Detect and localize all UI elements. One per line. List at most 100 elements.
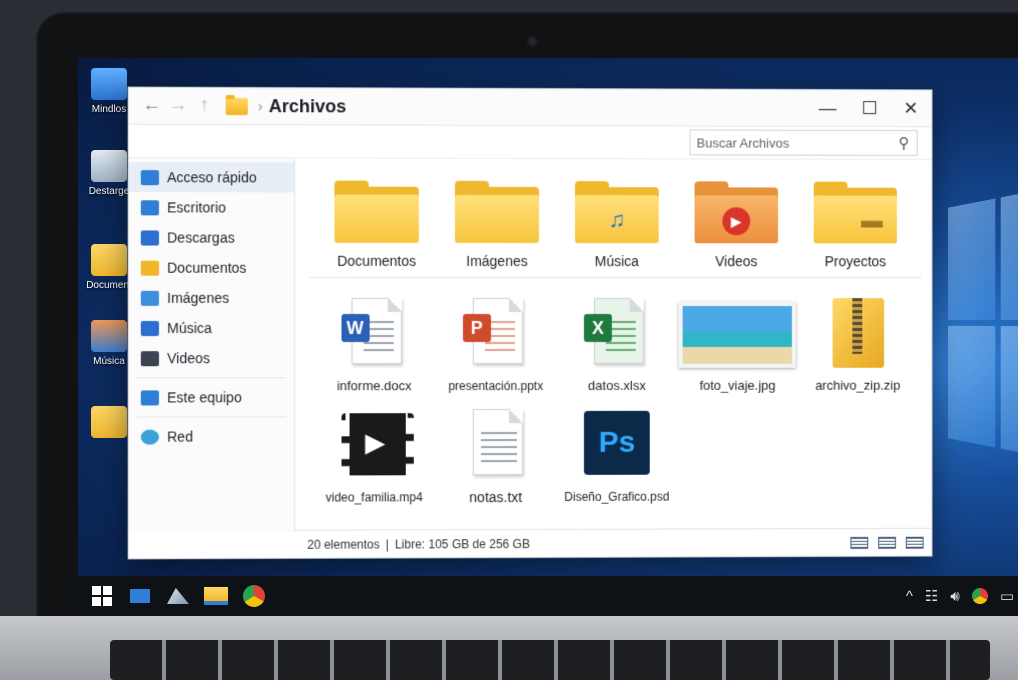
folder-label: Música <box>594 253 639 270</box>
search-input[interactable]: Buscar Archivos ⚲ <box>689 129 918 156</box>
desktop-icon-folder[interactable] <box>84 406 134 442</box>
mini-folder-icon: ▬ <box>861 207 883 233</box>
folder-label: Documentos <box>337 252 417 269</box>
details-view-button[interactable] <box>850 536 869 549</box>
file-datos-xlsx[interactable]: X datos.xlsx <box>556 298 677 393</box>
forward-button[interactable]: → <box>165 95 191 117</box>
folder-proyectos[interactable]: ▬ Proyectos <box>809 181 902 270</box>
sidebar-item-label: Descargas <box>167 229 235 246</box>
folder-imagenes[interactable]: Imágenes <box>450 180 544 269</box>
sidebar-item-musica[interactable]: Música <box>129 313 295 343</box>
chevron-up-icon[interactable]: ^ <box>906 588 913 605</box>
minimize-button[interactable]: — <box>807 97 849 118</box>
navigation-pane: Acceso rápido Escritorio Descargas Docum… <box>128 158 296 533</box>
excel-document-icon: X <box>583 298 650 368</box>
start-button[interactable] <box>88 582 116 610</box>
zip-archive-icon <box>825 298 890 368</box>
search-row: Buscar Archivos ⚲ <box>129 125 932 159</box>
folder-icon <box>91 244 127 276</box>
taskbar-file-explorer[interactable] <box>202 582 230 610</box>
folder-icon <box>91 406 127 438</box>
search-icon[interactable]: ⚲ <box>891 134 917 152</box>
folder-videos[interactable]: ▶ Videos <box>690 181 783 269</box>
file-label: video_familia.mp4 <box>325 490 423 505</box>
file-foto-viaje-jpg[interactable]: foto_viaje.jpg <box>677 298 797 393</box>
sidebar-item-escritorio[interactable]: Escritorio <box>129 192 295 222</box>
project-folder-icon: ▬ <box>813 181 897 244</box>
desktop-icon-label: Mindlos <box>91 104 127 115</box>
folder-row: Documentos Imágenes ♫ Música ▶ Videos ▬ … <box>309 166 922 279</box>
music-user-icon <box>91 320 127 352</box>
photoshop-file-icon: Ps <box>583 409 650 479</box>
file-presentacion-pptx[interactable]: P presentación.pptx <box>435 297 556 393</box>
videos-icon <box>140 350 160 366</box>
network-tray-icon[interactable]: ☷ <box>925 587 938 605</box>
task-view-button[interactable] <box>126 582 154 610</box>
file-label: foto_viaje.jpg <box>699 377 776 393</box>
chrome-tray-icon[interactable] <box>971 588 988 604</box>
desktop-icon-mindlos[interactable]: Mindlos <box>84 68 134 115</box>
folder-musica[interactable]: ♫ Música <box>570 181 664 269</box>
desktop-icon-label: Destarge <box>88 186 130 197</box>
sidebar-item-descargas[interactable]: Descargas <box>129 222 295 252</box>
file-label: notas.txt <box>469 489 523 506</box>
desktop-icon-label: Document <box>86 280 132 291</box>
sidebar-item-este-equipo[interactable]: Este equipo <box>129 382 295 412</box>
desktop-icon <box>140 199 160 215</box>
folder-documentos[interactable]: Documentos <box>329 180 423 269</box>
content-pane: Documentos Imágenes ♫ Música ▶ Videos ▬ … <box>295 158 931 531</box>
photoshop-badge: Ps <box>583 410 650 475</box>
desktop-icon-destarge[interactable]: Destarge <box>84 150 134 197</box>
sidebar-item-videos[interactable]: Videos <box>129 343 295 373</box>
folder-icon <box>225 97 248 115</box>
recycle-bin-icon <box>91 150 127 182</box>
sidebar-divider <box>136 377 287 379</box>
sidebar-item-imagenes[interactable]: Imágenes <box>129 283 295 313</box>
file-label: archivo_zip.zip <box>815 377 901 393</box>
computer-icon <box>140 389 160 405</box>
music-icon <box>140 320 160 336</box>
volume-icon[interactable]: 🔊︎ <box>950 588 959 605</box>
windows-logo-wallpaper <box>947 186 1018 460</box>
computer-icon <box>91 68 127 100</box>
word-badge: W <box>341 313 370 343</box>
sidebar-item-label: Red <box>167 428 194 445</box>
file-notas-txt[interactable]: notas.txt <box>435 409 556 505</box>
powerpoint-badge: P <box>462 313 491 343</box>
taskbar: ^ ☷ 🔊︎ ▭ <box>78 576 1018 616</box>
file-explorer-window: ← → ↑ › Archivos — ☐ ✕ Buscar Archivos ⚲… <box>127 86 933 560</box>
sidebar-item-red[interactable]: Red <box>129 421 295 451</box>
sidebar-item-acceso-rapido[interactable]: Acceso rápido <box>128 162 295 193</box>
breadcrumb-archivos[interactable]: Archivos <box>269 96 347 117</box>
large-icons-view-button[interactable] <box>905 536 924 549</box>
pictures-icon <box>140 290 160 306</box>
desktop-icon-label: Música <box>93 356 125 367</box>
file-video-familia-mp4[interactable]: ▶ video_familia.mp4 <box>313 409 435 505</box>
taskbar-app-settings[interactable] <box>164 582 192 610</box>
up-button[interactable]: ↑ <box>191 95 217 117</box>
maximize-button[interactable]: ☐ <box>848 98 890 119</box>
notifications-icon[interactable]: ▭ <box>1000 587 1014 605</box>
desktop-icon-musica[interactable]: Música <box>84 320 134 367</box>
photo-thumbnail-icon <box>678 298 797 368</box>
back-button[interactable]: ← <box>139 95 165 117</box>
file-informe-docx[interactable]: W informe.docx <box>313 297 435 393</box>
file-explorer-icon <box>204 587 228 605</box>
sidebar-item-documentos[interactable]: Documentos <box>129 253 295 283</box>
item-count: 20 elementos <box>307 536 380 552</box>
tiles-view-button[interactable] <box>878 536 896 549</box>
file-archivo-zip[interactable]: archivo_zip.zip <box>798 298 918 393</box>
file-label: Diseño_Grafico.psd <box>564 489 670 504</box>
close-button[interactable]: ✕ <box>890 98 932 119</box>
sidebar-item-label: Videos <box>167 350 211 367</box>
title-bar: ← → ↑ › Archivos — ☐ ✕ <box>128 87 932 128</box>
beach-photo <box>678 302 797 368</box>
desktop-icon-document[interactable]: Document <box>84 244 134 291</box>
quick-access-icon <box>140 169 160 185</box>
system-tray: ^ ☷ 🔊︎ ▭ <box>906 587 1018 606</box>
window-controls: — ☐ ✕ <box>807 97 932 118</box>
file-diseno-grafico-psd[interactable]: Ps Diseño_Grafico.psd <box>556 409 677 505</box>
sidebar-item-label: Música <box>167 319 212 337</box>
sidebar-item-label: Documentos <box>167 259 247 276</box>
taskbar-chrome[interactable] <box>240 582 268 610</box>
